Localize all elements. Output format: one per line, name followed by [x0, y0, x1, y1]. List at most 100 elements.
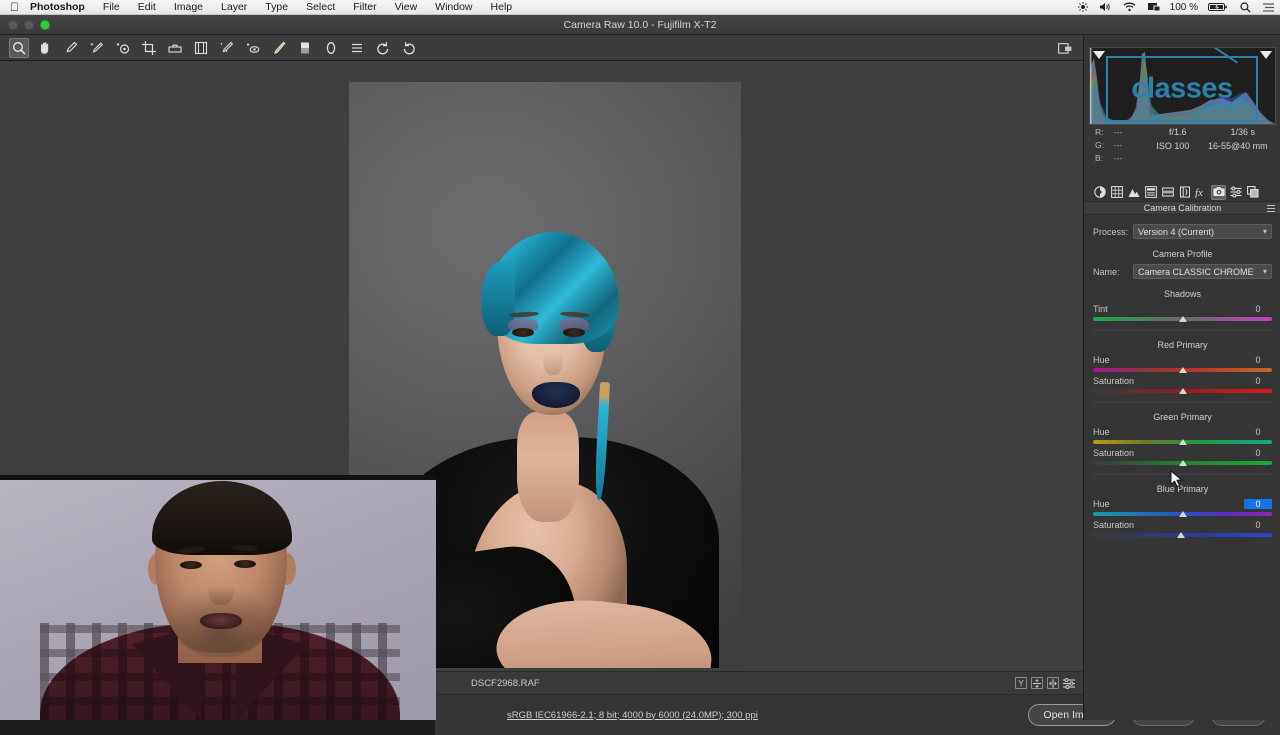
- rgb-label-g: G:: [1095, 139, 1104, 150]
- slider-knob[interactable]: [1178, 460, 1187, 466]
- shutter-value: 1/36 s: [1230, 127, 1255, 137]
- slider-knob[interactable]: [1178, 511, 1187, 517]
- profile-name-select[interactable]: Camera CLASSIC CHROME ▾: [1133, 264, 1272, 279]
- camera-calibration-body: Process: Version 4 (Current) ▾ Camera Pr…: [1084, 215, 1280, 720]
- slider-green-hue[interactable]: Hue 0: [1093, 426, 1272, 445]
- spotlight-search-icon[interactable]: [1234, 1, 1257, 13]
- preferences-tool-icon[interactable]: [347, 38, 367, 58]
- effects-tab[interactable]: fx: [1194, 185, 1209, 200]
- slider-blue-saturation[interactable]: Saturation 0: [1093, 519, 1272, 538]
- battery-charging-icon[interactable]: [1202, 2, 1234, 12]
- slider-shadows-tint[interactable]: Tint 0: [1093, 303, 1272, 322]
- workflow-options-link[interactable]: sRGB IEC61966-2.1; 8 bit; 4000 by 6000 (…: [435, 710, 758, 721]
- battery-percent-label: 100 %: [1169, 1, 1198, 13]
- notification-center-icon[interactable]: [1257, 2, 1280, 12]
- slider-value[interactable]: 0: [1244, 520, 1272, 530]
- basic-tab[interactable]: [1092, 185, 1107, 200]
- transform-tool-icon[interactable]: [191, 38, 211, 58]
- slider-value[interactable]: 0: [1244, 427, 1272, 437]
- detail-tab[interactable]: [1126, 185, 1141, 200]
- slider-knob[interactable]: [1178, 388, 1187, 394]
- slider-track[interactable]: [1093, 367, 1272, 373]
- red-eye-removal-tool-icon[interactable]: [243, 38, 263, 58]
- rotate-left-tool-icon[interactable]: [373, 38, 393, 58]
- menu-item-type[interactable]: Type: [256, 1, 297, 13]
- targeted-adjustment-tool-icon[interactable]: [113, 38, 133, 58]
- wifi-icon[interactable]: [1117, 2, 1142, 12]
- slider-knob[interactable]: [1176, 532, 1185, 538]
- menu-item-file[interactable]: File: [94, 1, 129, 13]
- split-toning-tab[interactable]: [1160, 185, 1175, 200]
- slider-blue-hue[interactable]: Hue 0: [1093, 498, 1272, 517]
- highlight-clipping-warning-icon[interactable]: [1260, 51, 1272, 59]
- slider-red-hue[interactable]: Hue 0: [1093, 354, 1272, 373]
- sort-icon[interactable]: [1031, 677, 1043, 689]
- menu-item-window[interactable]: Window: [426, 1, 481, 13]
- slider-label: Hue: [1093, 499, 1110, 509]
- photo-subject-nose: [543, 337, 563, 375]
- camera-calibration-tab[interactable]: [1211, 184, 1226, 200]
- adjustment-brush-tool-icon[interactable]: [269, 38, 289, 58]
- volume-icon[interactable]: [1094, 2, 1117, 12]
- snapshots-tab[interactable]: [1245, 185, 1260, 200]
- display-icon[interactable]: [1142, 2, 1166, 12]
- slider-knob[interactable]: [1178, 316, 1187, 322]
- slider-value[interactable]: 0: [1244, 448, 1272, 458]
- slider-top-row: Hue 0: [1093, 354, 1272, 366]
- slider-green-saturation[interactable]: Saturation 0: [1093, 447, 1272, 466]
- panel-menu-icon[interactable]: [1267, 205, 1275, 213]
- slider-track[interactable]: [1093, 439, 1272, 445]
- histogram[interactable]: classes: [1089, 47, 1276, 125]
- profile-name-label: Name:: [1093, 266, 1120, 277]
- slider-track[interactable]: [1093, 388, 1272, 394]
- slider-value[interactable]: 0: [1244, 376, 1272, 386]
- menu-item-image[interactable]: Image: [165, 1, 212, 13]
- zoom-tool-icon[interactable]: [9, 37, 29, 58]
- radial-filter-tool-icon[interactable]: [321, 38, 341, 58]
- slider-track[interactable]: [1093, 532, 1272, 538]
- ratings-icon[interactable]: Y: [1015, 677, 1027, 689]
- straighten-tool-icon[interactable]: [165, 38, 185, 58]
- tone-curve-tab[interactable]: [1109, 185, 1124, 200]
- crop-tool-icon[interactable]: [139, 38, 159, 58]
- color-sampler-tool-icon[interactable]: [87, 38, 107, 58]
- slider-top-row: Saturation 0: [1093, 519, 1272, 531]
- menu-item-filter[interactable]: Filter: [344, 1, 385, 13]
- spot-removal-tool-icon[interactable]: [217, 38, 237, 58]
- slider-track[interactable]: [1093, 460, 1272, 466]
- white-balance-tool-icon[interactable]: [61, 38, 81, 58]
- presets-tab[interactable]: [1228, 185, 1243, 200]
- slider-value[interactable]: 0: [1244, 355, 1272, 365]
- filmstrip-preferences-icon[interactable]: [1063, 677, 1075, 689]
- filter-icon[interactable]: [1047, 677, 1059, 689]
- presenter-eye-left: [180, 561, 202, 569]
- brightness-icon[interactable]: [1072, 2, 1094, 12]
- hsl-grayscale-tab[interactable]: [1143, 185, 1158, 200]
- rgb-value-g: ---: [1113, 139, 1123, 150]
- menu-item-view[interactable]: View: [386, 1, 427, 13]
- slider-knob[interactable]: [1178, 367, 1187, 373]
- menu-item-layer[interactable]: Layer: [212, 1, 256, 13]
- graduated-filter-tool-icon[interactable]: [295, 38, 315, 58]
- lens-corrections-tab[interactable]: [1177, 185, 1192, 200]
- hand-tool-icon[interactable]: [35, 38, 55, 58]
- apple-icon[interactable]: : [0, 1, 30, 13]
- shadow-clipping-warning-icon[interactable]: [1093, 51, 1105, 59]
- process-row: Process: Version 4 (Current) ▾: [1093, 223, 1272, 240]
- menu-item-photoshop[interactable]: Photoshop: [30, 1, 94, 13]
- slider-value[interactable]: 0: [1244, 304, 1272, 314]
- rotate-right-tool-icon[interactable]: [399, 38, 419, 58]
- slider-value[interactable]: 0: [1244, 499, 1272, 509]
- toggle-fullscreen-icon[interactable]: [1055, 38, 1075, 58]
- slider-track[interactable]: [1093, 316, 1272, 322]
- menu-item-help[interactable]: Help: [482, 1, 522, 13]
- slider-track[interactable]: [1093, 511, 1272, 517]
- process-version-select[interactable]: Version 4 (Current) ▾: [1133, 224, 1272, 239]
- presenter-video-overlay[interactable]: [0, 475, 436, 720]
- slider-red-saturation[interactable]: Saturation 0: [1093, 375, 1272, 394]
- menu-item-edit[interactable]: Edit: [129, 1, 165, 13]
- chevron-down-icon: ▾: [1262, 227, 1267, 236]
- slider-top-row: Saturation 0: [1093, 447, 1272, 459]
- slider-knob[interactable]: [1178, 439, 1187, 445]
- menu-item-select[interactable]: Select: [297, 1, 344, 13]
